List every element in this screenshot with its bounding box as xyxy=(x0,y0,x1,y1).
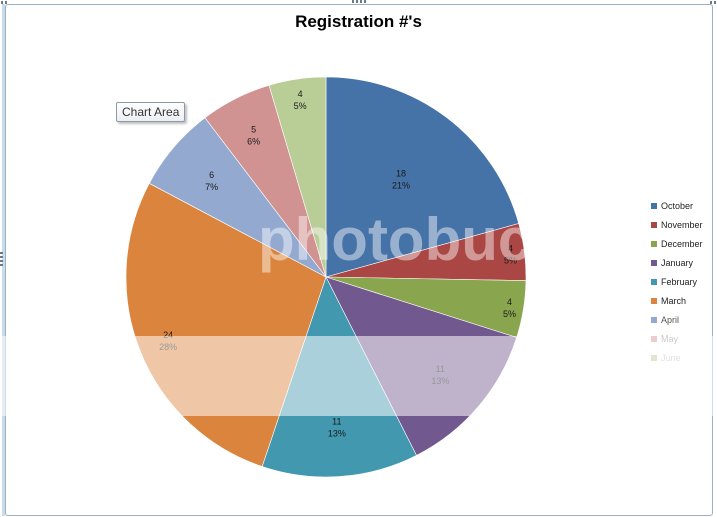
data-label-percent: 28% xyxy=(159,342,177,352)
data-label-value: 4 xyxy=(298,89,303,99)
legend-label: December xyxy=(661,238,703,249)
legend-item-april[interactable]: April xyxy=(651,310,703,329)
legend-item-december[interactable]: December xyxy=(651,234,703,253)
data-label-value: 4 xyxy=(508,244,513,254)
data-label-percent: 13% xyxy=(328,429,346,439)
legend-swatch xyxy=(651,335,657,342)
legend-label: March xyxy=(661,295,687,306)
legend-swatch xyxy=(651,316,657,323)
legend-label: October xyxy=(661,200,694,211)
data-label-value: 24 xyxy=(163,330,173,340)
legend-item-february[interactable]: February xyxy=(651,272,703,291)
legend-label: May xyxy=(661,333,679,344)
data-label-percent: 5% xyxy=(504,256,517,266)
data-label-value: 5 xyxy=(251,124,256,134)
legend-label: February xyxy=(661,276,698,287)
chart-area-tooltip: Chart Area xyxy=(116,102,186,122)
data-label-value: 11 xyxy=(436,364,445,374)
pie-chart[interactable]: 18 21% 4 5% 4 5% 11 13% 11 13% 24 28% 6 7% 5 6% 4 5% xyxy=(0,0,717,517)
legend-item-october[interactable]: October xyxy=(651,196,703,215)
legend-swatch xyxy=(651,221,657,228)
legend-swatch xyxy=(651,259,657,266)
data-label-value: 6 xyxy=(209,170,214,180)
legend-swatch xyxy=(651,297,657,304)
data-label-percent: 13% xyxy=(431,376,449,386)
legend-item-june[interactable]: June xyxy=(651,348,703,367)
legend-swatch xyxy=(651,202,657,209)
legend-item-may[interactable]: May xyxy=(651,329,703,348)
data-label-percent: 5% xyxy=(294,101,307,111)
data-label-percent: 5% xyxy=(503,309,516,319)
data-label-percent: 21% xyxy=(392,180,410,190)
legend-item-march[interactable]: March xyxy=(651,291,703,310)
data-label-percent: 6% xyxy=(247,136,260,146)
legend-label: January xyxy=(661,257,694,268)
legend-swatch xyxy=(651,354,657,361)
legend-label: November xyxy=(661,219,703,230)
legend-item-november[interactable]: November xyxy=(651,215,703,234)
legend-item-january[interactable]: January xyxy=(651,253,703,272)
legend[interactable]: October November December January February Ma… xyxy=(651,196,703,367)
legend-swatch xyxy=(651,240,657,247)
legend-label: June xyxy=(661,352,681,363)
data-label-value: 11 xyxy=(332,417,341,427)
legend-label: April xyxy=(661,314,680,325)
data-label-value: 4 xyxy=(507,297,512,307)
legend-swatch xyxy=(651,278,657,285)
data-label-percent: 7% xyxy=(205,182,218,192)
data-label-value: 18 xyxy=(396,168,406,178)
